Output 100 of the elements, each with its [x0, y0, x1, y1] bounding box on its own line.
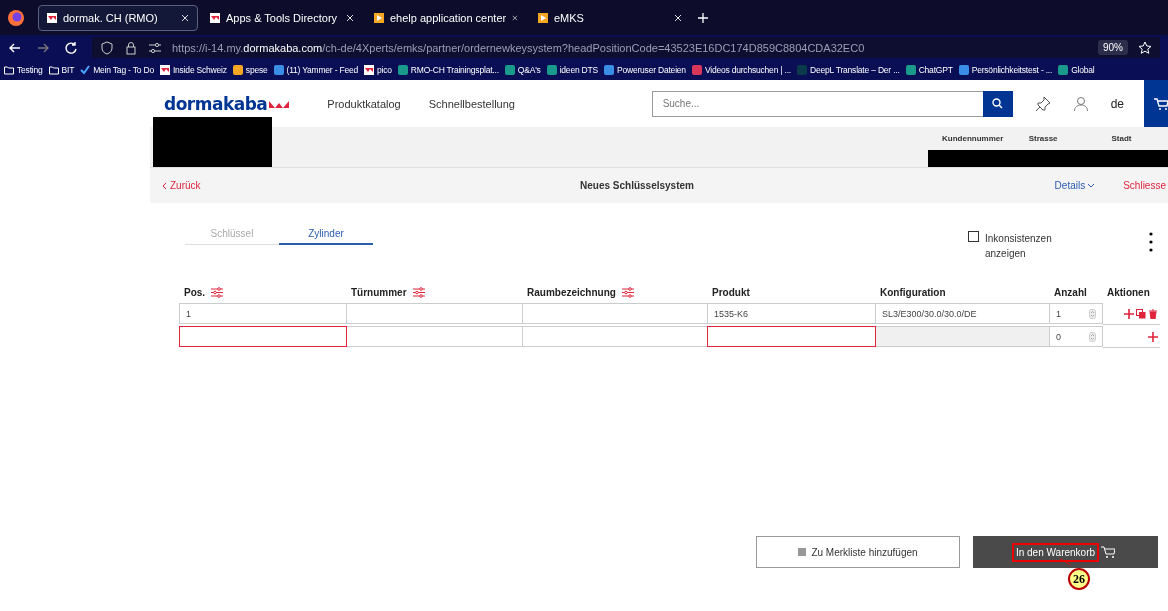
column-header: Aktionen — [1107, 286, 1150, 298]
filter-icon[interactable] — [621, 286, 634, 298]
column-label: Stadt — [1111, 134, 1133, 143]
column-header: Türnummer — [351, 286, 407, 298]
checkbox[interactable] — [968, 231, 979, 242]
pin-icon[interactable] — [1034, 95, 1051, 112]
callout-badge: 26 — [1068, 568, 1090, 590]
app-icon — [397, 65, 408, 75]
shield-icon[interactable] — [100, 40, 114, 55]
close-icon[interactable] — [674, 13, 682, 22]
chevron-left-icon[interactable] — [162, 181, 167, 190]
quantity-value: 0 — [1056, 331, 1061, 342]
user-icon[interactable] — [1072, 95, 1089, 112]
details-link[interactable]: Details — [1054, 180, 1096, 191]
plus-icon[interactable] — [1124, 308, 1134, 319]
app-icon — [546, 65, 557, 75]
input-field[interactable]: SL3/E300/30.0/30.0/DE — [875, 303, 1050, 324]
add-to-cart-button[interactable]: In den Warenkorb — [973, 536, 1158, 568]
star-icon[interactable] — [1138, 40, 1152, 55]
close-link[interactable]: Schliesse — [1123, 180, 1166, 191]
logo[interactable]: dormakaba — [164, 93, 290, 114]
copy-icon[interactable] — [1136, 308, 1146, 319]
bookmark-link[interactable]: Persönlichkeitstest - ... — [971, 65, 1053, 75]
quantity-value: 1 — [1056, 308, 1061, 319]
browser-logo-icon[interactable] — [6, 7, 26, 28]
close-icon[interactable] — [181, 13, 189, 22]
quantity-field[interactable]: 0 — [1049, 326, 1103, 347]
column-header: Produkt — [712, 286, 750, 298]
cart-button[interactable] — [1144, 80, 1168, 127]
search-icon — [992, 98, 1004, 109]
app-icon — [1058, 65, 1069, 75]
cart-icon — [1154, 96, 1168, 111]
address-bar[interactable]: https://i-14.my.dormakaba.com/ch-de/4Xperts/emks/partner/ordernewkeysystem?headPositionCode=43523E16DC174D859C8804CDA32EC0 90% — [92, 37, 1160, 58]
browser-tab[interactable]: dormak. CH (RMO) — [38, 4, 198, 31]
folder-icon — [48, 65, 59, 75]
column-label: Strasse — [1028, 134, 1059, 143]
app-icon — [691, 65, 702, 75]
browser-tab[interactable]: ehelp application center — [366, 4, 526, 31]
zoom-level[interactable]: 90% — [1098, 40, 1128, 55]
column-header: Anzahl — [1054, 286, 1087, 298]
bookmark-link[interactable]: Global — [1071, 65, 1095, 75]
bookmark-link[interactable]: RMO-CH Trainingsplat... — [410, 65, 499, 75]
plus-icon[interactable] — [1148, 331, 1158, 342]
column-label: Kundennummer — [941, 134, 1005, 143]
play-icon — [374, 12, 384, 23]
search-button[interactable] — [982, 90, 1013, 117]
more-options-icon[interactable] — [1148, 231, 1154, 253]
bookmark-link[interactable]: BIT — [61, 65, 75, 75]
app-icon — [604, 65, 614, 75]
nav-link[interactable]: Produktkatalog — [327, 97, 401, 110]
logo-icon — [364, 65, 375, 75]
filter-icon[interactable] — [211, 286, 224, 298]
logo-icon — [210, 12, 220, 23]
sliders-icon[interactable] — [148, 40, 162, 55]
wishlist-button[interactable]: Zu Merkliste hinzufügen — [756, 536, 960, 568]
browser-tab[interactable]: eMKS — [530, 4, 690, 31]
check-icon — [80, 65, 91, 75]
back-link[interactable]: Zurück — [170, 180, 201, 191]
app-icon — [905, 65, 916, 75]
lock-icon[interactable] — [124, 40, 138, 55]
chevron-down-icon — [1087, 183, 1096, 188]
url-text: https://i-14.my.dormakaba.com/ch-de/4Xperts/emks/partner/ordernewkeysystem?headPositionCode=43523E16DC174D859C8804CDA32EC0 — [172, 41, 866, 54]
trash-icon[interactable] — [1148, 308, 1158, 319]
app-icon — [958, 65, 969, 75]
browser-tab[interactable]: Apps & Tools Directory — [202, 4, 362, 31]
filter-icon[interactable] — [412, 286, 425, 298]
column-header: Konfiguration — [880, 286, 946, 298]
quantity-field[interactable]: 1 — [1049, 303, 1103, 324]
nav-link[interactable]: Schnellbestellung — [428, 97, 515, 110]
bookmark-link[interactable]: Inside Schweiz — [172, 65, 227, 75]
page-title: Neues Schlüsselsystem — [580, 180, 694, 191]
bookmark-link[interactable]: ideen DTS — [559, 65, 598, 75]
input-field[interactable]: 1535-K6 — [707, 303, 876, 324]
bookmark-link[interactable]: (11) Yammer - Feed — [286, 65, 359, 75]
app-icon — [273, 65, 284, 75]
app-icon — [504, 65, 515, 75]
column-header: Pos. — [184, 286, 206, 298]
language-selector[interactable]: de — [1110, 96, 1124, 111]
bookmark-link[interactable]: Videos durchsuchen | ... — [704, 65, 791, 75]
bookmark-link[interactable]: spese — [245, 65, 268, 75]
close-icon[interactable] — [512, 13, 518, 22]
input-field[interactable]: 1 — [179, 303, 347, 324]
input-field[interactable] — [707, 326, 876, 347]
bookmark-link[interactable]: Poweruser Dateien — [617, 65, 686, 75]
close-icon[interactable] — [346, 13, 354, 22]
checkbox-label[interactable]: Inkonsistenzen anzeigen — [985, 231, 1068, 261]
new-tab-icon[interactable] — [698, 12, 708, 23]
cart-icon — [1101, 545, 1116, 559]
logo-icon — [159, 65, 170, 75]
reload-icon[interactable] — [64, 40, 78, 55]
bookmark-link[interactable]: DeepL Translate – Der ... — [810, 65, 900, 75]
folder-icon — [4, 65, 14, 75]
bookmark-link[interactable]: Testing — [17, 65, 43, 75]
search-field[interactable]: Suche... — [651, 90, 983, 117]
bookmark-link[interactable]: Mein Tag - To Do — [93, 65, 154, 75]
bookmark-link[interactable]: Q&A's — [517, 65, 541, 75]
bookmark-link[interactable]: ChatGPT — [918, 65, 953, 75]
bookmark-link[interactable]: pico — [377, 65, 392, 75]
tab[interactable]: Zylinder — [279, 227, 373, 245]
input-field[interactable] — [179, 326, 347, 347]
